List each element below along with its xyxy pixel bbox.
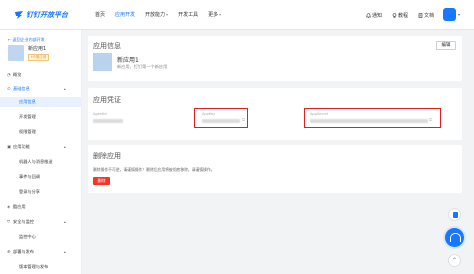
sidebar-item-cool-app[interactable]: ◈ 酷应用: [0, 202, 82, 212]
agentid-label: AgentId: [93, 112, 107, 116]
sidebar-item-basic-info[interactable]: ⊙ 基础信息 ▴: [0, 84, 82, 94]
shield-icon: ⛉: [7, 219, 11, 224]
app-info-title: 应用信息: [93, 42, 121, 50]
chevron-up-icon: ▴: [64, 220, 66, 224]
credentials-card: 应用凭证 AgentId AppKey ⧉ AppSecret ⧉: [88, 88, 462, 140]
nav-dev-tools[interactable]: 开发工具: [173, 0, 203, 30]
app-name: 新应用1: [28, 46, 47, 52]
chevron-down-icon: ▾: [219, 11, 222, 17]
sidebar-item-deploy[interactable]: ⊕ 部署与发布 ▴: [0, 247, 82, 257]
sidebar-item-login-share[interactable]: 登录与分享: [0, 187, 82, 197]
sidebar-item-events[interactable]: 事件与回调: [0, 172, 82, 182]
nav-open-capability[interactable]: 开放能力▾: [140, 0, 173, 30]
nav-app-dev[interactable]: 应用开发: [110, 0, 140, 30]
appkey-highlight-box: [194, 108, 248, 128]
app-thumbnail: [93, 53, 112, 71]
assistant-icon[interactable]: [448, 208, 461, 221]
app-name: 新应用1: [117, 57, 139, 64]
edit-button[interactable]: 编辑: [436, 41, 456, 50]
sidebar-item-version-release[interactable]: 版本管理与发布: [0, 262, 82, 272]
app-info-card: 应用信息 编辑 新应用1 新应用，钉钉第一个新应用: [88, 36, 462, 81]
cube-icon: ◈: [7, 204, 11, 209]
logo[interactable]: 钉钉开放平台: [14, 10, 82, 20]
chevron-up-icon: ▴: [64, 250, 66, 254]
rocket-icon: ⊕: [7, 249, 11, 254]
customer-service-icon[interactable]: [445, 228, 464, 247]
sidebar-item-overview[interactable]: ◔ 概览: [0, 70, 82, 80]
agentid-value-redacted: [93, 119, 123, 123]
sidebar-item-monitor[interactable]: 监控中心: [0, 232, 82, 242]
delete-warning-text: 删除操作不可逆，请谨慎操作！删除后应用将被彻底移除，请谨慎操作。: [93, 167, 215, 172]
nav-more[interactable]: 更多▾: [203, 0, 226, 30]
lightbulb-icon: [392, 12, 397, 18]
main-nav: 首页 应用开发 开放能力▾ 开发工具 更多▾: [90, 0, 226, 30]
credentials-title: 应用凭证: [93, 96, 121, 104]
app-type-badge: H5微应用: [28, 54, 50, 61]
brand-name: 钉钉开放平台: [26, 10, 68, 19]
appsecret-highlight-box: [304, 108, 441, 128]
top-navbar: 钉钉开放平台 首页 应用开发 开放能力▾ 开发工具 更多▾ 通知 教程 文档 ▾: [0, 0, 474, 30]
dingtalk-logo-icon: [15, 10, 23, 19]
bell-icon: [365, 12, 371, 18]
chevron-up-icon: ▴: [64, 87, 66, 91]
sidebar-item-security[interactable]: ⛉ 安全与监控 ▴: [0, 217, 82, 227]
avatar[interactable]: [442, 8, 456, 21]
chevron-up-icon: ▴: [64, 145, 66, 149]
chevron-down-icon: ▾: [166, 11, 169, 17]
docs-button[interactable]: 文档: [418, 12, 434, 19]
chevron-down-icon: ▾: [457, 12, 460, 17]
notify-button[interactable]: 通知: [365, 12, 382, 19]
top-right-tools: 通知 教程 文档: [356, 0, 434, 30]
document-icon: [418, 12, 423, 18]
sidebar: ← 返回企业内部开发 新应用1 H5微应用 ◔ 概览 ⊙ 基础信息 ▴ 应用信息…: [0, 30, 82, 274]
delete-app-title: 删除应用: [93, 152, 121, 160]
sidebar-item-app-info[interactable]: 应用信息: [0, 97, 82, 107]
user-menu[interactable]: ▾: [442, 8, 460, 21]
app-description: 新应用，钉钉第一个新应用: [117, 64, 168, 69]
app-icon: ▣: [7, 144, 11, 149]
sidebar-item-dev-management[interactable]: 开发管理: [0, 112, 82, 122]
info-icon: ⊙: [7, 86, 11, 91]
back-to-top-icon[interactable]: ⌃: [448, 254, 461, 267]
app-card: 新应用1 H5微应用: [8, 45, 76, 65]
clock-icon: ◔: [7, 72, 11, 77]
app-thumbnail: [8, 45, 24, 61]
sidebar-item-bot-messages[interactable]: 机器人与消息推送: [0, 157, 82, 167]
sidebar-item-permissions[interactable]: 权限管理: [0, 127, 82, 137]
delete-button[interactable]: 删除: [93, 177, 110, 185]
back-link[interactable]: ← 返回企业内部开发: [8, 37, 45, 43]
sidebar-item-app-features[interactable]: ▣ 应用功能 ▴: [0, 142, 82, 152]
delete-app-card: 删除应用 删除操作不可逆，请谨慎操作！删除后应用将被彻底移除，请谨慎操作。 删除: [88, 145, 462, 193]
tutorial-button[interactable]: 教程: [392, 12, 408, 19]
nav-home[interactable]: 首页: [90, 0, 110, 30]
